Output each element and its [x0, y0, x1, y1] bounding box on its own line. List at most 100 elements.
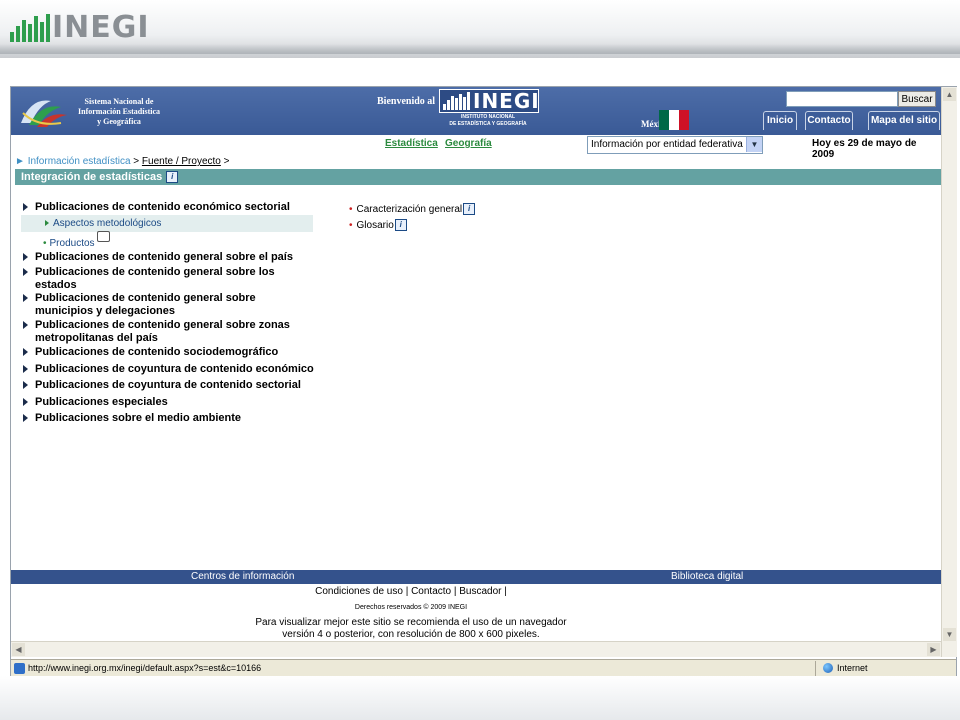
flag-green-stripe — [659, 110, 669, 130]
triangle-right-icon — [23, 414, 28, 422]
flag-white-stripe — [669, 110, 679, 130]
menu-item-label: Publicaciones de coyuntura de contenido … — [35, 379, 301, 391]
info-icon[interactable]: i — [394, 219, 407, 232]
welcome-text: Bienvenido al — [377, 96, 436, 107]
section-title-bar: Integración de estadísticas i — [15, 169, 941, 185]
menu-item-label: Publicaciones de contenido sociodemográf… — [35, 346, 279, 358]
entity-select[interactable]: Información por entidad federativa ▼ — [587, 136, 763, 154]
chevron-down-icon[interactable]: ▼ — [746, 137, 762, 152]
inegi-logo-text: INEGI — [473, 89, 540, 113]
inegi-sub-line1: INSTITUTO NACIONAL — [460, 114, 516, 120]
menu-item-coyuntura-sectorial[interactable]: Publicaciones de coyuntura de contenido … — [23, 379, 313, 392]
browser-window: Sistema Nacional de Información Estadíst… — [10, 86, 957, 678]
sninfo-line3: y Geográfica — [97, 117, 141, 126]
link-estadistica[interactable]: Estadística — [385, 138, 438, 149]
tab-mapa-del-sitio[interactable]: Mapa del sitio — [868, 111, 940, 130]
date-text: Hoy es 29 de mayo de 2009 — [812, 138, 917, 160]
horizontal-scrollbar[interactable]: ◀ ▶ — [11, 641, 941, 657]
link-caracterizacion-general[interactable]: • Caracterización general i — [349, 203, 476, 217]
logo-text: INEGI — [52, 10, 150, 45]
scroll-up-icon[interactable]: ▲ — [943, 88, 956, 101]
inegi-logo-subtitle: INSTITUTO NACIONAL DE ESTADÍSTICA Y GEOG… — [439, 114, 537, 128]
tab-inicio[interactable]: Inicio — [763, 111, 797, 130]
footer-link-centros[interactable]: Centros de información — [191, 570, 294, 584]
inegi-logo-box: INEGI — [439, 89, 539, 113]
triangle-right-icon — [23, 268, 28, 276]
logo-bars-icon — [10, 14, 50, 42]
breadcrumb: ► Información estadística > Fuente / Pro… — [15, 155, 229, 169]
vertical-scrollbar[interactable]: ▲ ▼ — [941, 87, 957, 657]
menu-item-especiales[interactable]: Publicaciones especiales — [23, 396, 313, 409]
link-label: Caracterización general — [356, 204, 463, 215]
section-title: Integración de estadísticas — [21, 171, 163, 183]
footer-link-biblioteca[interactable]: Biblioteca digital — [671, 570, 743, 584]
footer-bar: Centros de información Biblioteca digita… — [11, 570, 941, 584]
footer-note: Para visualizar mejor este sitio se reco… — [11, 617, 811, 641]
status-bar: http://www.inegi.org.mx/inegi/default.as… — [11, 659, 956, 677]
sub-navigation-bar: Estadística Geografía Información por en… — [11, 135, 941, 160]
footer-note-line2: versión 4 o posterior, con resolución de… — [282, 629, 540, 640]
inegi-slide-logo: INEGI — [10, 12, 150, 44]
products-icon[interactable] — [96, 231, 110, 242]
triangle-right-icon — [23, 348, 28, 356]
menu-item-general-zonas-metropolitanas[interactable]: Publicaciones de contenido general sobre… — [23, 319, 309, 345]
submenu-label: Aspectos metodológicos — [53, 218, 162, 229]
search-button[interactable]: Buscar — [898, 91, 936, 107]
info-icon[interactable]: i — [463, 203, 476, 216]
triangle-right-icon — [23, 381, 28, 389]
link-label: Glosario — [356, 220, 394, 231]
breadcrumb-item-informacion[interactable]: Información estadística — [28, 156, 131, 167]
submenu-label: Productos — [49, 238, 95, 249]
status-divider — [815, 661, 816, 676]
search-input[interactable] — [786, 91, 898, 107]
breadcrumb-item-fuente[interactable]: Fuente / Proyecto — [142, 156, 221, 167]
sninfo-name: Sistema Nacional de Información Estadíst… — [69, 97, 169, 127]
menu-item-general-pais[interactable]: Publicaciones de contenido general sobre… — [23, 251, 313, 264]
inegi-header-logo[interactable]: INEGI INSTITUTO NACIONAL DE ESTADÍSTICA … — [439, 89, 539, 133]
triangle-right-icon — [23, 253, 28, 261]
sninfo-logo-icon — [21, 100, 67, 127]
flag-red-stripe — [679, 110, 689, 130]
slide-header: INEGI — [0, 0, 960, 58]
globe-icon — [823, 663, 833, 673]
entity-select-value: Información por entidad federativa — [591, 139, 743, 150]
link-glosario[interactable]: • Glosario i — [349, 219, 407, 233]
triangle-right-icon — [23, 398, 28, 406]
bullet-icon: • — [43, 238, 47, 249]
slide-footer — [0, 676, 960, 720]
footer-copyright: Derechos reservados © 2009 INEGI — [354, 604, 468, 611]
submenu-aspectos-metodologicos[interactable]: Aspectos metodológicos — [21, 215, 313, 232]
submenu-productos[interactable]: • Productos — [43, 231, 110, 251]
sninfo-line2: Información Estadística — [78, 107, 160, 116]
menu-item-label: Publicaciones de contenido general sobre… — [35, 251, 293, 263]
menu-item-label: Publicaciones sobre el medio ambiente — [35, 412, 242, 424]
menu-item-sociodemografico[interactable]: Publicaciones de contenido sociodemográf… — [23, 346, 313, 359]
page-content: Sistema Nacional de Información Estadíst… — [11, 87, 941, 657]
slide-header-shine — [0, 44, 960, 54]
menu-item-general-estados[interactable]: Publicaciones de contenido general sobre… — [23, 266, 295, 292]
inegi-bars-icon — [443, 92, 470, 110]
tab-contacto[interactable]: Contacto — [805, 111, 853, 130]
triangle-right-icon — [23, 203, 28, 211]
footer-links[interactable]: Condiciones de uso | Contacto | Buscador… — [11, 586, 811, 597]
site-header: Sistema Nacional de Información Estadíst… — [11, 87, 941, 135]
status-url: http://www.inegi.org.mx/inegi/default.as… — [28, 663, 262, 673]
link-geografia[interactable]: Geografía — [445, 138, 492, 149]
menu-item-medio-ambiente[interactable]: Publicaciones sobre el medio ambiente — [23, 412, 313, 425]
triangle-right-icon — [23, 365, 28, 373]
menu-item-label: Publicaciones de contenido económico sec… — [35, 201, 290, 213]
page-icon — [14, 663, 25, 674]
scroll-down-icon[interactable]: ▼ — [943, 628, 956, 641]
menu-item-label: Publicaciones especiales — [35, 396, 168, 408]
triangle-right-icon — [23, 321, 28, 329]
menu-item-economico-sectorial[interactable]: Publicaciones de contenido económico sec… — [23, 201, 313, 214]
bullet-icon: • — [349, 220, 353, 231]
scroll-left-icon[interactable]: ◀ — [12, 643, 25, 656]
footer-note-line1: Para visualizar mejor este sitio se reco… — [255, 617, 567, 628]
scroll-right-icon[interactable]: ▶ — [927, 643, 940, 656]
menu-item-label: Publicaciones de contenido general sobre… — [35, 319, 290, 344]
info-icon[interactable]: i — [166, 171, 179, 184]
inegi-sub-line2: DE ESTADÍSTICA Y GEOGRAFÍA — [449, 121, 527, 127]
menu-item-general-municipios[interactable]: Publicaciones de contenido general sobre… — [23, 292, 285, 318]
menu-item-coyuntura-economico[interactable]: Publicaciones de coyuntura de contenido … — [23, 363, 323, 376]
